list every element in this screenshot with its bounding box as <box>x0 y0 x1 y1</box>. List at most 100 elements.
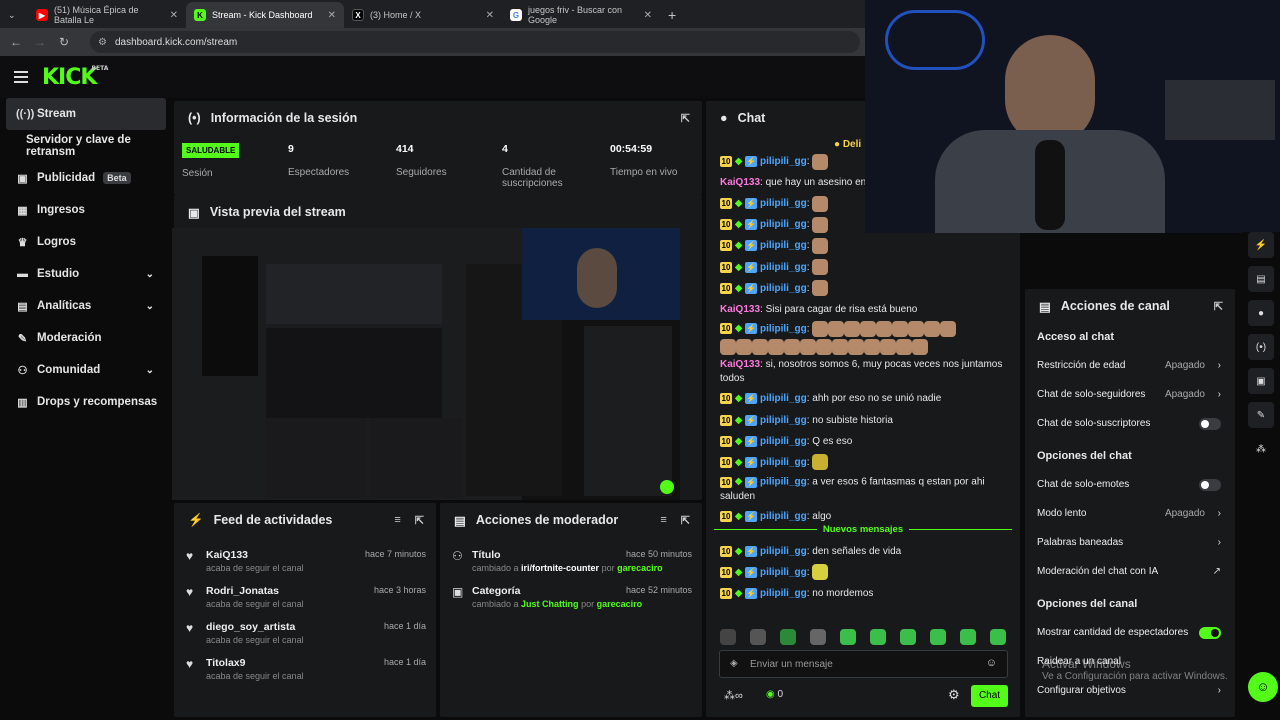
popout-icon[interactable]: ⇱ <box>681 112 690 125</box>
community-icon[interactable]: ⁂ <box>1248 436 1274 462</box>
browser-tab[interactable]: X (3) Home / X ✕ <box>344 2 502 28</box>
emote-icon[interactable] <box>990 629 1006 645</box>
wrench-icon[interactable]: ✎ <box>1248 402 1274 428</box>
broadcast-icon[interactable]: (•) <box>1248 334 1274 360</box>
show-viewers-toggle[interactable] <box>1199 626 1221 639</box>
pinned-banner[interactable]: ● Deli <box>834 139 861 150</box>
sidebar-item-analiticas[interactable]: ▤ Analíticas ⌄ <box>0 290 172 322</box>
heart-icon: ♥ <box>186 585 194 599</box>
sidebar-item-moderacion[interactable]: ✎ Moderación <box>0 322 172 354</box>
close-icon[interactable]: ✕ <box>170 10 178 21</box>
community-icon: ⚇ <box>17 364 28 377</box>
show-viewers-setting[interactable]: Mostrar cantidad de espectadores <box>1025 618 1235 647</box>
help-icon[interactable]: ☺ <box>1248 672 1278 702</box>
live-time-stat: 00:54:59 Tiempo en vivo <box>610 143 678 178</box>
list-item: ♥ diego_soy_artista acaba de seguir el can… <box>186 621 426 645</box>
emoji-icon[interactable]: ☺ <box>986 657 997 669</box>
sidebar-item-estudio[interactable]: ▬ Estudio ⌄ <box>0 258 172 290</box>
chat-icon[interactable]: ● <box>1248 300 1274 326</box>
browser-tab[interactable]: ▶ (51) Música Épica de Batalla Le ✕ <box>28 2 186 28</box>
send-chat-button[interactable]: Chat <box>971 685 1008 707</box>
emote-icon[interactable] <box>840 629 856 645</box>
channel-actions-panel: ▤ Acciones de canal ⇱ Acceso al chat Restr… <box>1025 289 1235 717</box>
chevron-right-icon: › <box>1217 360 1221 371</box>
emote-icon[interactable] <box>960 629 976 645</box>
subs-only-setting[interactable]: Chat de solo-suscriptores <box>1025 409 1235 438</box>
banned-words-setting[interactable]: Palabras baneadas › <box>1025 528 1235 557</box>
popout-icon[interactable]: ⇱ <box>415 514 424 527</box>
sidebar-item-publicidad[interactable]: ▣ Publicidad Beta <box>0 162 172 194</box>
x-icon: X <box>352 9 364 21</box>
subs-only-toggle[interactable] <box>1199 417 1221 430</box>
emotes-only-toggle[interactable] <box>1199 478 1221 491</box>
emote-icon[interactable] <box>750 629 766 645</box>
emotes-only-setting[interactable]: Chat de solo-emotes <box>1025 470 1235 499</box>
close-icon[interactable]: ✕ <box>328 10 336 21</box>
gift-icon: ▥ <box>17 396 28 409</box>
chat-input[interactable]: ◈ Enviar un mensaje ☺ <box>719 650 1008 678</box>
studio-icon: ▬ <box>17 268 28 280</box>
infinity-icon[interactable]: ⁂∞ <box>724 689 743 702</box>
gear-icon[interactable]: ⚙ <box>948 687 960 703</box>
webcam-overlay <box>865 0 1280 233</box>
beta-badge: Beta <box>103 172 131 184</box>
slow-mode-setting[interactable]: Modo lento Apagado › <box>1025 499 1235 528</box>
session-icon: (•) <box>188 111 201 125</box>
filter-icon[interactable]: ≡ <box>660 514 666 527</box>
popout-icon[interactable]: ⇱ <box>1214 300 1223 313</box>
chevron-down-icon: ⌄ <box>145 268 154 280</box>
session-info-panel: (•) Información de la sesión ⇱ SALUDABLE Se… <box>174 101 702 195</box>
activity-feed-panel: ⚡ Feed de actividades ≡ ⇱ ♥ KaiQ133 acaba de … <box>174 503 436 717</box>
browser-tab-active[interactable]: K Stream - Kick Dashboard ✕ <box>186 2 344 28</box>
followers-only-setting[interactable]: Chat de solo-seguidores Apagado › <box>1025 380 1235 409</box>
close-icon[interactable]: ✕ <box>486 10 494 21</box>
emote-icon[interactable] <box>780 629 796 645</box>
emote-icon[interactable] <box>720 629 736 645</box>
emote-icon[interactable] <box>810 629 826 645</box>
viewers-stat: 9 Espectadores <box>288 143 350 178</box>
menu-icon[interactable] <box>14 71 28 83</box>
preview-icon: ▣ <box>188 205 200 220</box>
right-rail: ⚡ ▤ ● (•) ▣ ✎ ⁂ ☺ <box>1242 232 1280 720</box>
points-counter[interactable]: ◉ 0 <box>766 689 783 700</box>
age-restriction-setting[interactable]: Restricción de edad Apagado › <box>1025 351 1235 380</box>
lightning-icon[interactable]: ⚡ <box>1248 232 1274 258</box>
emote-icon[interactable] <box>870 629 886 645</box>
sidebar-item-logros[interactable]: ♛ Logros <box>0 226 172 258</box>
popout-icon[interactable]: ⇱ <box>681 514 690 527</box>
stream-preview-video[interactable] <box>172 228 680 500</box>
back-icon[interactable]: ← <box>4 35 28 49</box>
youtube-icon: ▶ <box>36 9 48 21</box>
google-icon: G <box>510 9 522 21</box>
url-field[interactable]: ⚙ dashboard.kick.com/stream <box>90 31 860 53</box>
close-icon[interactable]: ✕ <box>644 10 652 21</box>
heart-icon: ♥ <box>186 657 194 671</box>
kick-logo[interactable]: KICK BETA <box>42 65 108 90</box>
layout-icon[interactable]: ▣ <box>1248 368 1274 394</box>
emote-icon[interactable] <box>930 629 946 645</box>
filter-icon[interactable]: ≡ <box>394 514 400 527</box>
new-messages-divider[interactable]: Nuevos mensajes <box>714 523 1012 541</box>
chevron-right-icon: › <box>1217 508 1221 519</box>
sidebar-item-drops[interactable]: ▥ Drops y recompensas <box>0 386 172 418</box>
stream-icon: ((·)) <box>16 108 35 120</box>
tab-list-button[interactable]: ⌄ <box>0 2 28 28</box>
emote-icon[interactable] <box>900 629 916 645</box>
sidebar-item-ingresos[interactable]: ▦ Ingresos <box>0 194 172 226</box>
chat-icon: ● <box>720 111 728 125</box>
external-link-icon: ↗ <box>1212 566 1221 577</box>
sidebar-item-comunidad[interactable]: ⚇ Comunidad ⌄ <box>0 354 172 386</box>
document-icon[interactable]: ▤ <box>1248 266 1274 292</box>
category-icon: ▣ <box>452 585 464 599</box>
reload-icon[interactable]: ↻ <box>52 35 76 49</box>
chevron-down-icon: ⌄ <box>145 300 154 312</box>
sidebar-item-server-key[interactable]: Servidor y clave de retransm <box>0 130 172 162</box>
site-info-icon[interactable]: ⚙ <box>98 37 107 48</box>
sidebar-item-stream[interactable]: ((·)) Stream <box>6 98 166 130</box>
chevron-right-icon: › <box>1217 389 1221 400</box>
heart-icon: ♥ <box>186 621 194 635</box>
ai-moderation-setting[interactable]: Moderación del chat con IA ↗ <box>1025 557 1235 586</box>
new-tab-button[interactable]: + <box>660 2 684 28</box>
forward-icon[interactable]: → <box>28 35 52 49</box>
browser-tab[interactable]: G juegos friv - Buscar con Google ✕ <box>502 2 660 28</box>
